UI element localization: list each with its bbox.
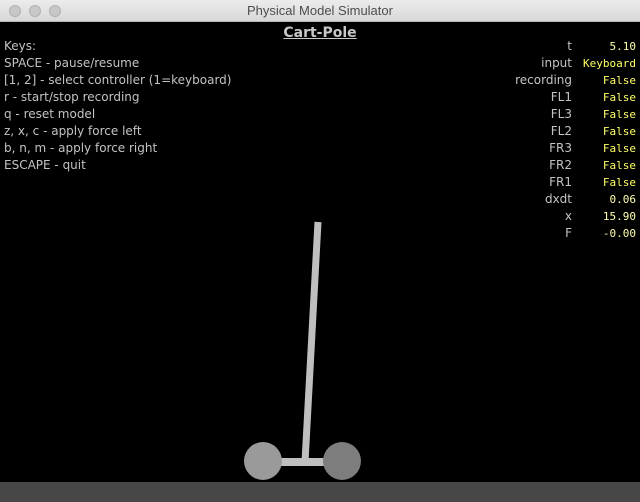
status-label: FR1 <box>549 175 572 189</box>
pole <box>301 221 322 463</box>
status-row-dxdt: dxdt 0.06 <box>0 191 640 208</box>
status-row-fl1: FL1 False <box>0 89 640 106</box>
status-value: 0.06 <box>609 193 637 206</box>
status-label: FL3 <box>550 107 572 121</box>
status-value: False <box>602 142 636 155</box>
status-value: False <box>602 125 636 138</box>
status-row-fr2: FR2 False <box>0 157 640 174</box>
status-row-x: x 15.90 <box>0 208 640 225</box>
status-label: FR3 <box>549 141 572 155</box>
status-label: input <box>541 56 572 70</box>
status-value: False <box>602 159 636 172</box>
simulation-canvas[interactable]: Cart-Pole Keys: SPACE - pause/resume [1,… <box>0 22 640 502</box>
status-row-recording: recording False <box>0 72 640 89</box>
status-value: False <box>602 108 636 121</box>
status-label: dxdt <box>544 192 572 206</box>
status-value: 5.10 <box>609 40 637 53</box>
status-value: False <box>602 176 636 189</box>
status-label: FL1 <box>550 90 572 104</box>
cart-wheel-right <box>323 442 361 480</box>
status-row-t: t 5.10 <box>0 38 640 55</box>
status-value: 15.90 <box>602 210 636 223</box>
window-titlebar: Physical Model Simulator <box>0 0 640 22</box>
status-label: FR2 <box>549 158 572 172</box>
cart-wheel-left <box>244 442 282 480</box>
status-row-fr1: FR1 False <box>0 174 640 191</box>
ground <box>0 482 640 502</box>
status-row-fr3: FR3 False <box>0 140 640 157</box>
status-value: -0.00 <box>602 227 636 240</box>
status-label: F <box>565 226 572 240</box>
status-label: recording <box>515 73 572 87</box>
status-row-input: input Keyboard <box>0 55 640 72</box>
status-value: False <box>602 74 636 87</box>
status-label: x <box>564 209 572 223</box>
status-row-fl3: FL3 False <box>0 106 640 123</box>
status-value: Keyboard <box>583 57 636 70</box>
status-row-fl2: FL2 False <box>0 123 640 140</box>
status-label: FL2 <box>550 124 572 138</box>
status-row-f: F -0.00 <box>0 225 640 242</box>
status-value: False <box>602 91 636 104</box>
status-label: t <box>567 39 572 53</box>
window-title: Physical Model Simulator <box>247 3 393 18</box>
